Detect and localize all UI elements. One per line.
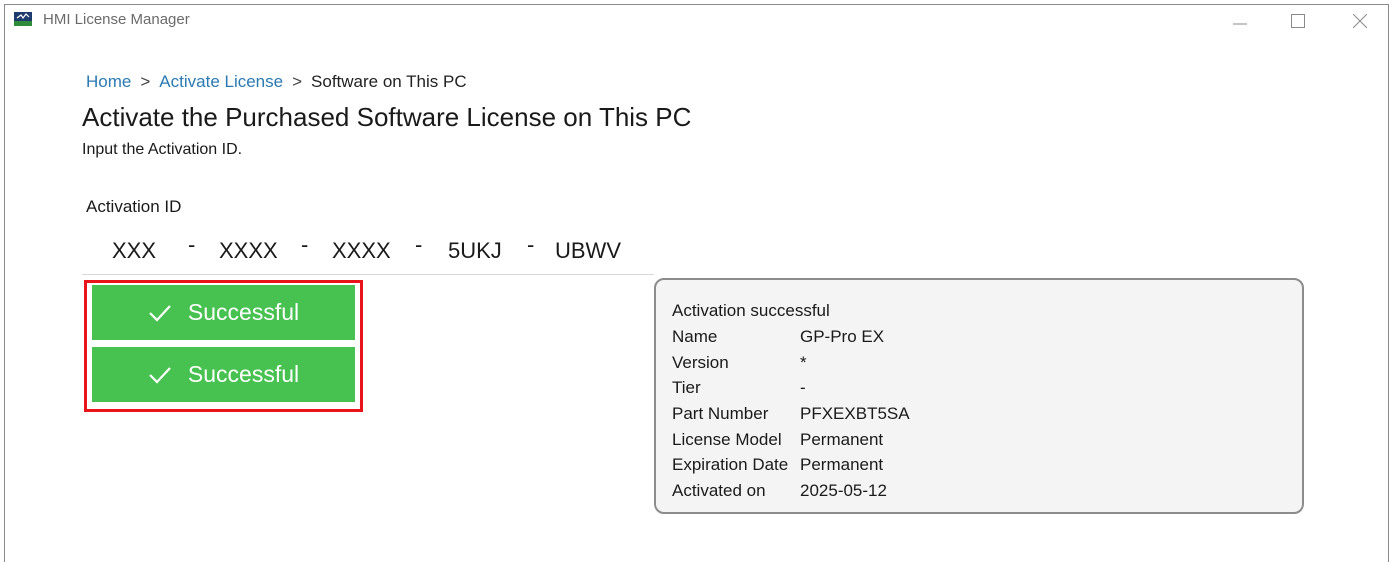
- breadcrumb-separator: >: [292, 72, 303, 91]
- window-title: HMI License Manager: [43, 11, 190, 28]
- info-key: License Model: [672, 430, 782, 449]
- activation-info-panel: Activation successful Name GP-Pro EX Ver…: [654, 278, 1304, 514]
- segment-separator: -: [415, 232, 423, 257]
- success-highlight: Successful Successful: [84, 280, 363, 412]
- info-value: Permanent: [800, 455, 884, 474]
- info-heading: Activation successful: [672, 301, 830, 320]
- info-value: Permanent: [800, 430, 884, 449]
- info-value: GP-Pro EX: [800, 327, 885, 346]
- close-button[interactable]: [1335, 5, 1385, 35]
- maximize-button[interactable]: [1273, 5, 1323, 35]
- activation-id-segment[interactable]: UBWV: [555, 238, 621, 264]
- minimize-button[interactable]: [1215, 5, 1265, 35]
- breadcrumb-current: Software on This PC: [311, 72, 467, 91]
- activation-id-segment[interactable]: XXXX: [332, 238, 391, 264]
- checkmark-icon: [149, 304, 171, 322]
- info-key: Activated on: [672, 481, 766, 500]
- info-value: -: [800, 378, 806, 397]
- breadcrumb-separator: >: [140, 72, 151, 91]
- breadcrumb: Home > Activate License > Software on This P…: [86, 72, 467, 92]
- maximize-icon: [1291, 14, 1305, 28]
- title-bar[interactable]: HMI License Manager: [5, 5, 1388, 35]
- info-key: Tier: [672, 378, 701, 397]
- segment-separator: -: [527, 232, 535, 257]
- info-key: Version: [672, 353, 729, 372]
- info-value: PFXEXBT5SA: [800, 404, 910, 423]
- activation-id-segment[interactable]: XXXX: [219, 238, 278, 264]
- app-logo-icon: [14, 12, 32, 26]
- activation-id-segment[interactable]: XXX: [112, 238, 156, 264]
- segment-separator: -: [301, 232, 309, 257]
- info-key: Name: [672, 327, 718, 346]
- activation-id-input[interactable]: XXX - XXXX - XXXX - 5UKJ - UBWV: [82, 232, 654, 275]
- info-value: 2025-05-12: [800, 481, 887, 500]
- activation-id-label: Activation ID: [86, 197, 182, 216]
- info-value: *: [800, 353, 807, 372]
- info-key: Expiration Date: [672, 455, 789, 474]
- minimize-icon: [1233, 23, 1247, 25]
- success-label: Successful: [187, 299, 300, 325]
- page-subtitle: Input the Activation ID.: [82, 141, 243, 158]
- checkmark-icon: [149, 366, 171, 384]
- breadcrumb-activate-license[interactable]: Activate License: [159, 72, 283, 91]
- close-icon: [1353, 14, 1367, 28]
- activation-id-segment[interactable]: 5UKJ: [448, 238, 502, 264]
- page-title: Activate the Purchased Software License …: [82, 102, 692, 132]
- success-button[interactable]: Successful: [92, 347, 355, 402]
- success-label: Successful: [187, 361, 300, 387]
- breadcrumb-home[interactable]: Home: [86, 72, 131, 91]
- segment-separator: -: [188, 232, 196, 257]
- success-button[interactable]: Successful: [92, 285, 355, 340]
- info-key: Part Number: [672, 404, 769, 423]
